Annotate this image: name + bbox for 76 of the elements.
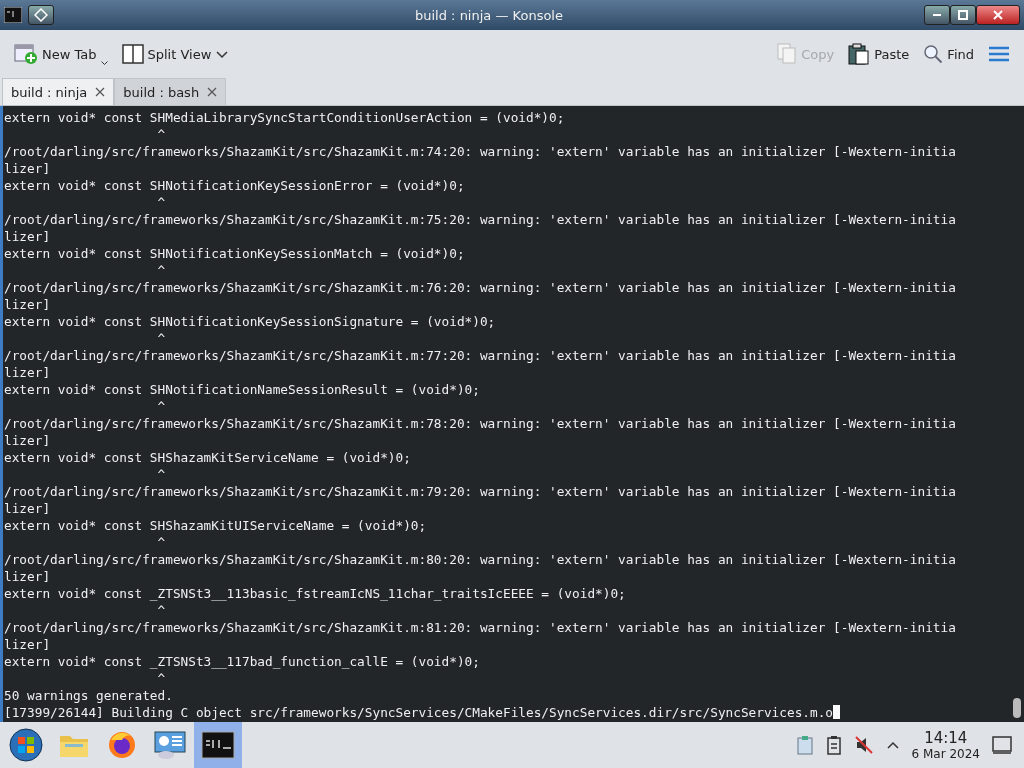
maximize-button[interactable]: [950, 5, 976, 25]
terminal-icon: [4, 7, 22, 23]
new-tab-button[interactable]: New Tab: [10, 39, 112, 69]
tab[interactable]: build : ninja: [2, 78, 115, 105]
split-view-icon: [121, 44, 144, 64]
text-cursor: [833, 705, 841, 719]
terminal-line: extern void* const SHNotificationKeySessionMatch = (void*)0;: [4, 245, 466, 262]
terminal-line: /root/darling/src/frameworks/ShazamKit/src/ShazamKit.m:78:20: warning: 'extern' variable has an initializer [-Wextern-initia: [4, 415, 957, 432]
terminal-line: lizer]: [4, 432, 52, 449]
terminal-line: ^: [156, 602, 167, 619]
chevron-down-icon: [215, 49, 230, 59]
muted-speaker-icon[interactable]: [853, 735, 874, 755]
diamond-icon: [34, 8, 48, 22]
terminal-line: ^: [156, 670, 167, 687]
terminal-line: lizer]: [4, 160, 52, 177]
close-icon[interactable]: [207, 87, 218, 97]
menu-icon: [988, 45, 1010, 63]
chevron-up-icon[interactable]: [885, 740, 900, 750]
close-button[interactable]: [976, 5, 1020, 25]
browser-icon: [107, 730, 137, 760]
paste-button[interactable]: Paste: [844, 39, 914, 69]
terminal-line: ^: [156, 466, 167, 483]
terminal-line: extern void* const _ZTSNSt3__117bad_function_callE = (void*)0;: [4, 653, 481, 670]
minimize-button[interactable]: [924, 5, 950, 25]
terminal-line: /root/darling/src/frameworks/ShazamKit/src/ShazamKit.m:79:20: warning: 'extern' variable has an initializer [-Wextern-initia: [4, 483, 957, 500]
show-desktop-icon[interactable]: [992, 736, 1012, 754]
search-icon: [923, 44, 944, 64]
terminal-line: extern void* const _ZTSNSt3__113basic_fstreamIcNS_11char_traitsIcEEEE = (void*)0;: [4, 585, 627, 602]
split-button[interactable]: Split View: [117, 40, 234, 68]
terminal-line: [17399/26144] Building C object src/frameworks/SyncServices/CMakeFiles/SyncServices.dir/src/SyncServices.m.o: [4, 704, 1010, 721]
terminal-line: /root/darling/src/frameworks/ShazamKit/src/ShazamKit.m:80:20: warning: 'extern' variable has an initializer [-Wextern-initia: [4, 551, 957, 568]
terminal-line: extern void* const SHNotificationKeySessionSignature = (void*)0;: [4, 313, 497, 330]
terminal-line: extern void* const SHShazamKitServiceName = (void*)0;: [4, 449, 412, 466]
terminal-line: /root/darling/src/frameworks/ShazamKit/src/ShazamKit.m:74:20: warning: 'extern' variable has an initializer [-Wextern-initia: [4, 143, 957, 160]
battery-icon[interactable]: [825, 735, 842, 755]
terminal-line: /root/darling/src/frameworks/ShazamKit/src/ShazamKit.m:76:20: warning: 'extern' variable has an initializer [-Wextern-initia: [4, 279, 957, 296]
terminal-line: lizer]: [4, 228, 52, 245]
taskbar-app[interactable]: [194, 722, 242, 768]
window-menu-button[interactable]: [28, 5, 54, 25]
scrollbar-thumb[interactable]: [1013, 698, 1021, 718]
terminal-line: ^: [156, 194, 167, 211]
terminal-line: /root/darling/src/frameworks/ShazamKit/src/ShazamKit.m:75:20: warning: 'extern' variable has an initializer [-Wextern-initia: [4, 211, 957, 228]
terminal-line: 50 warnings generated.: [4, 687, 174, 704]
clock-time: 14:14: [924, 729, 968, 747]
clock-date: 6 Mar 2024: [911, 747, 980, 761]
terminal-line: ^: [156, 330, 167, 347]
new-tab-icon: [14, 43, 38, 65]
terminal-line: ^: [156, 126, 167, 143]
minimize-icon: [933, 14, 941, 16]
paste-icon: [848, 43, 871, 65]
window-title: build : ninja — Konsole: [414, 7, 564, 23]
settings-panel-icon: [154, 730, 186, 760]
terminal-line: extern void* const SHShazamKitUIServiceName = (void*)0;: [4, 517, 428, 534]
maximize-icon: [958, 10, 968, 20]
terminal-line: ^: [156, 534, 167, 551]
terminal-line: lizer]: [4, 364, 52, 381]
copy-icon: [777, 43, 798, 65]
close-icon: [993, 10, 1003, 20]
find-button[interactable]: Find: [919, 40, 978, 68]
terminal-line: extern void* const SHNotificationNameSessionResult = (void*)0;: [4, 381, 481, 398]
terminal-line: /root/darling/src/frameworks/ShazamKit/src/ShazamKit.m:77:20: warning: 'extern' variable has an initializer [-Wextern-initia: [4, 347, 957, 364]
clipboard-tray-icon[interactable]: [795, 735, 814, 755]
terminal-line: lizer]: [4, 296, 52, 313]
start-orb-icon: [9, 728, 43, 762]
terminal-line: lizer]: [4, 568, 52, 585]
terminal-line: /root/darling/src/frameworks/ShazamKit/src/ShazamKit.m:81:20: warning: 'extern' variable has an initializer [-Wextern-initia: [4, 619, 957, 636]
terminal-line: lizer]: [4, 636, 52, 653]
terminal-line: ^: [156, 398, 167, 415]
tab[interactable]: build : bash: [114, 78, 227, 105]
terminal-line: ^: [156, 262, 167, 279]
terminal-line: lizer]: [4, 500, 52, 517]
terminal-line: extern void* const SHNotificationKeySessionError = (void*)0;: [4, 177, 466, 194]
close-icon[interactable]: [95, 87, 106, 97]
terminal-line: extern void* const SHMediaLibrarySyncStartConditionUserAction = (void*)0;: [4, 109, 566, 126]
terminal-icon: [201, 731, 235, 759]
dropdown-icon: [100, 61, 108, 65]
